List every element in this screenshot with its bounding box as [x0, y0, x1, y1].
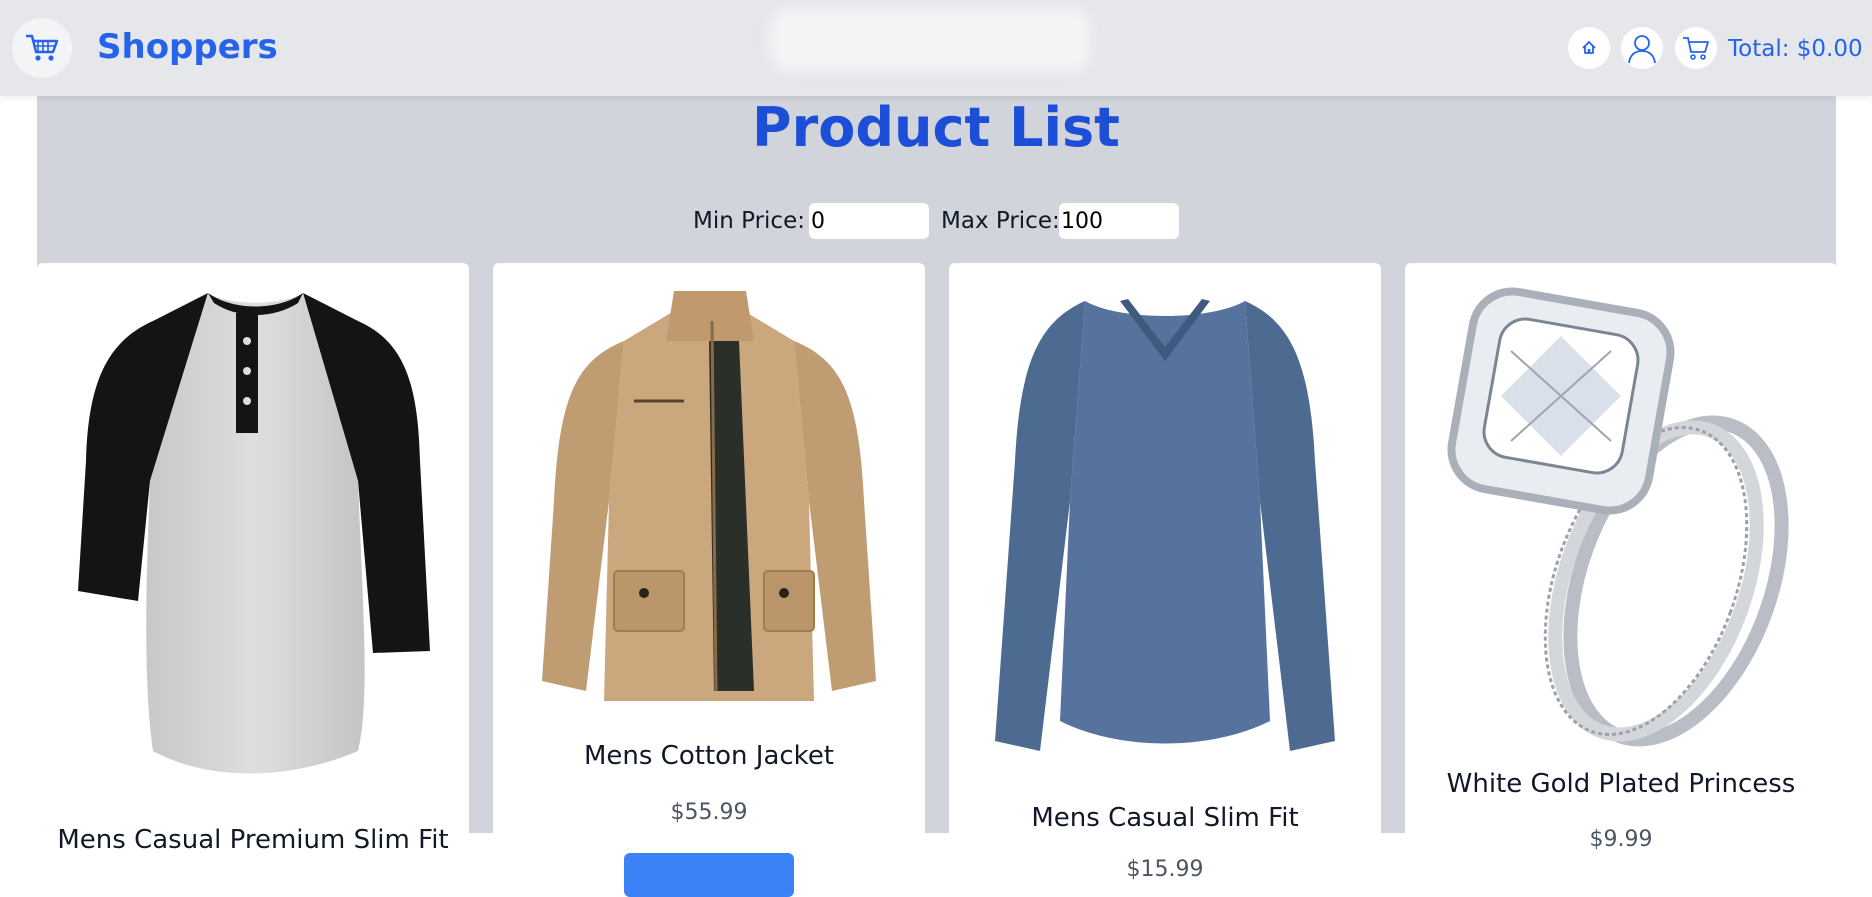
product-title[interactable]: White Gold Plated Princess [1405, 769, 1837, 799]
product-card[interactable]: Mens Cotton Jacket $55.99 [493, 263, 925, 897]
product-card[interactable]: White Gold Plated Princess $9.99 [1405, 263, 1837, 883]
user-button[interactable] [1621, 27, 1663, 69]
logo-cart-icon[interactable] [12, 18, 72, 78]
product-price: $55.99 [670, 800, 748, 825]
page-title: Product List [752, 96, 1120, 159]
min-price-input[interactable] [809, 203, 929, 239]
product-title[interactable]: Mens Casual Slim Fit [949, 803, 1381, 833]
cart-button[interactable] [1675, 27, 1717, 69]
product-card[interactable]: Mens Casual Slim Fit $15.99 [949, 263, 1381, 883]
top-navbar: Shoppers Total: $0.00 [0, 0, 1872, 96]
product-image[interactable] [1421, 281, 1821, 781]
product-image[interactable] [53, 281, 453, 781]
product-title[interactable]: Mens Casual Premium Slim Fit [37, 825, 469, 855]
home-icon [1582, 41, 1596, 54]
user-icon [1628, 35, 1656, 64]
home-button[interactable] [1568, 27, 1610, 69]
max-price-input[interactable] [1059, 203, 1179, 239]
cart-total: Total: $0.00 [1728, 36, 1863, 62]
ring-image [1447, 287, 1789, 747]
search-bar-blurred[interactable] [770, 8, 1090, 72]
min-price-label: Min Price: [693, 208, 805, 234]
product-price: $15.99 [1126, 857, 1204, 882]
slim-fit-shirt-image [995, 299, 1335, 751]
raglan-tshirt-image [78, 293, 430, 774]
product-price: $9.99 [1589, 827, 1653, 852]
product-card[interactable]: Mens Casual Premium Slim Fit [37, 263, 469, 883]
cotton-jacket-image [542, 291, 876, 701]
product-image[interactable] [965, 281, 1365, 781]
product-image[interactable] [509, 281, 909, 781]
brand-name[interactable]: Shoppers [97, 27, 278, 67]
max-price-label: Max Price: [941, 208, 1060, 234]
add-to-cart-button[interactable] [624, 853, 794, 897]
product-title[interactable]: Mens Cotton Jacket [493, 741, 925, 771]
cart-icon [1683, 37, 1709, 60]
